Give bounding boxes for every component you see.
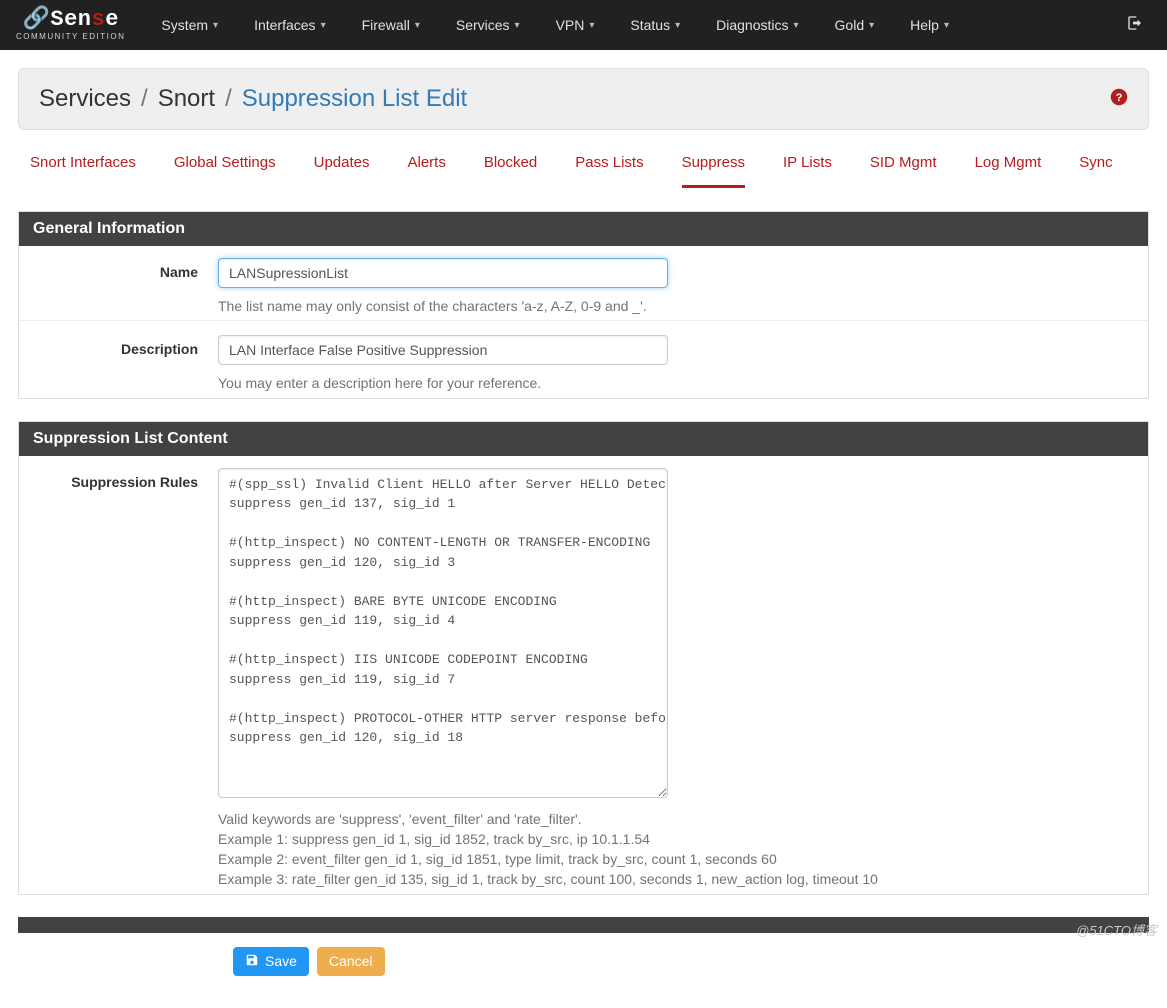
save-icon: [245, 953, 259, 970]
tab-log-mgmt[interactable]: Log Mgmt: [975, 154, 1042, 188]
breadcrumb-active: Suppression List Edit: [242, 85, 467, 113]
suppression-rules-label: Suppression Rules: [33, 468, 218, 890]
caret-icon: ▾: [321, 20, 326, 31]
suppression-content-title: Suppression List Content: [19, 422, 1148, 456]
help-icon[interactable]: ?: [1110, 88, 1128, 111]
cancel-button[interactable]: Cancel: [317, 947, 385, 976]
logout-icon[interactable]: [1119, 15, 1151, 36]
tab-sid-mgmt[interactable]: SID Mgmt: [870, 154, 937, 188]
tab-alerts[interactable]: Alerts: [408, 154, 446, 188]
caret-icon: ▾: [213, 20, 218, 31]
breadcrumb: Services / Snort / Suppression List Edit: [39, 85, 467, 113]
caret-icon: ▾: [944, 20, 949, 31]
breadcrumb-services[interactable]: Services: [39, 85, 131, 113]
suppression-rules-textarea[interactable]: [218, 468, 668, 798]
nav-item-status[interactable]: Status▾: [612, 0, 698, 50]
cancel-button-label: Cancel: [329, 953, 373, 969]
nav-item-gold[interactable]: Gold▾: [817, 0, 893, 50]
name-label: Name: [33, 258, 218, 316]
caret-icon: ▾: [589, 20, 594, 31]
nav-item-vpn[interactable]: VPN▾: [538, 0, 613, 50]
tab-global-settings[interactable]: Global Settings: [174, 154, 276, 188]
suppression-rules-help: Valid keywords are 'suppress', 'event_fi…: [218, 809, 1134, 890]
suppression-content-panel: Suppression List Content Suppression Rul…: [18, 421, 1149, 895]
tab-sync[interactable]: Sync: [1079, 154, 1112, 188]
general-information-panel: General Information Name The list name m…: [18, 211, 1149, 399]
nav-item-services[interactable]: Services▾: [438, 0, 538, 50]
tab-snort-interfaces[interactable]: Snort Interfaces: [30, 154, 136, 188]
tab-bar: Snort Interfaces Global Settings Updates Al…: [18, 130, 1149, 189]
svg-text:?: ?: [1116, 91, 1123, 103]
name-input[interactable]: [218, 258, 668, 288]
caret-icon: ▾: [515, 20, 520, 31]
logo[interactable]: 🔗Sense COMMUNITY EDITION: [16, 9, 125, 41]
description-input[interactable]: [218, 335, 668, 365]
save-button[interactable]: Save: [233, 947, 309, 976]
breadcrumb-snort[interactable]: Snort: [158, 85, 215, 113]
nav-item-interfaces[interactable]: Interfaces▾: [236, 0, 344, 50]
description-help: You may enter a description here for you…: [218, 373, 1134, 393]
caret-icon: ▾: [794, 20, 799, 31]
tab-pass-lists[interactable]: Pass Lists: [575, 154, 643, 188]
caret-icon: ▾: [869, 20, 874, 31]
tab-suppress[interactable]: Suppress: [682, 154, 745, 188]
tab-ip-lists[interactable]: IP Lists: [783, 154, 832, 188]
caret-icon: ▾: [415, 20, 420, 31]
breadcrumb-bar: Services / Snort / Suppression List Edit…: [18, 68, 1149, 130]
top-navbar: 🔗Sense COMMUNITY EDITION System▾Interfac…: [0, 0, 1167, 50]
nav-item-system[interactable]: System▾: [143, 0, 236, 50]
save-button-label: Save: [265, 953, 297, 969]
tab-blocked[interactable]: Blocked: [484, 154, 537, 188]
nav-item-diagnostics[interactable]: Diagnostics▾: [698, 0, 816, 50]
name-help: The list name may only consist of the ch…: [218, 296, 1134, 316]
description-label: Description: [33, 335, 218, 393]
nav-item-help[interactable]: Help▾: [892, 0, 967, 50]
action-panel: Save Cancel: [18, 917, 1149, 990]
action-strip: [18, 917, 1149, 933]
caret-icon: ▾: [675, 20, 680, 31]
nav-item-firewall[interactable]: Firewall▾: [344, 0, 438, 50]
tab-updates[interactable]: Updates: [314, 154, 370, 188]
general-information-title: General Information: [19, 212, 1148, 246]
